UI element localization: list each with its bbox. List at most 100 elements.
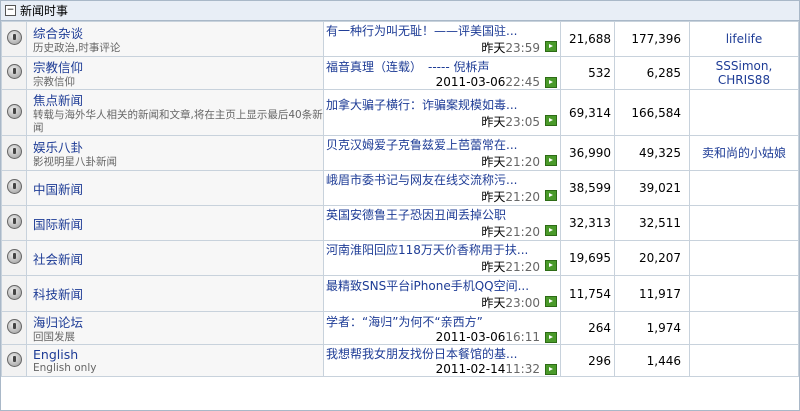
forum-name-link[interactable]: 宗教信仰 (28, 58, 323, 77)
forum-row: 科技新闻 最精致SNS平台iPhone手机QQ空间... 昨天23:00 11,… (1, 275, 799, 312)
forum-status-cell (1, 135, 27, 171)
last-post-meta: 昨天23:59 (325, 39, 560, 56)
moderator-link[interactable]: CHRIS88 (691, 73, 798, 87)
go-to-last-post-icon[interactable] (545, 114, 557, 126)
forum-name-link[interactable]: 焦点新闻 (28, 91, 323, 110)
last-post-date: 2011-03-06 (435, 329, 506, 344)
moderators-cell (689, 275, 799, 312)
go-to-last-post-icon[interactable] (545, 260, 557, 271)
last-post-title-link[interactable]: 河南淮阳回应118万天价香称用于扶... (325, 242, 560, 259)
forum-row: English English only 我想帮我女朋友找份日本餐馆的基... … (1, 344, 799, 377)
forum-description: 影视明星八卦新闻 (33, 156, 117, 168)
forum-description: 回国发展 (33, 331, 75, 343)
moderators-cell (689, 344, 799, 377)
topics-count: 21,688 (560, 21, 615, 57)
forum-info-cell: 国际新闻 (26, 205, 324, 241)
last-post-cell: 加拿大骗子横行：诈骗案规模如毒... 昨天23:05 (323, 89, 561, 136)
topics-count: 69,314 (560, 89, 615, 136)
go-to-last-post-icon[interactable] (545, 331, 557, 343)
forum-board: − 新闻时事 综合杂谈 历史政治,时事评论 有一种行为叫无耻！——评美国驻...… (0, 0, 800, 411)
forum-row: 焦点新闻 转载与海外华人相关的新闻和文章,将在主页上显示最后40条新闻 加拿大骗… (1, 89, 799, 136)
forum-description: 历史政治,时事评论 (33, 42, 121, 54)
forum-row: 综合杂谈 历史政治,时事评论 有一种行为叫无耻！——评美国驻... 昨天23:5… (1, 21, 799, 57)
last-post-date: 昨天 (481, 225, 506, 239)
topics-count: 38,599 (560, 170, 615, 206)
last-post-time: 22:45 (505, 74, 540, 89)
last-post-date: 昨天 (481, 41, 506, 55)
forum-row: 国际新闻 英国安德鲁王子恐因丑闻丢掉公职 昨天21:20 32,313 32,5… (1, 205, 799, 241)
go-to-last-post-icon[interactable] (545, 295, 557, 307)
forum-row: 社会新闻 河南淮阳回应118万天价香称用于扶... 昨天21:20 19,695… (1, 240, 799, 276)
last-post-time: 23:05 (505, 114, 540, 129)
forum-info-cell: 娱乐八卦 影视明星八卦新闻 (26, 135, 324, 171)
forum-name-link[interactable]: 娱乐八卦 (28, 137, 323, 156)
last-post-cell: 学者：“海归”为何不“亲西方” 2011-03-0616:11 (323, 311, 561, 345)
go-to-last-post-icon[interactable] (545, 190, 557, 201)
posts-count: 177,396 (614, 21, 690, 57)
moderator-link[interactable]: lifelife (691, 32, 798, 46)
forum-description: 宗教信仰 (33, 76, 75, 88)
go-to-last-post-icon[interactable] (545, 41, 557, 52)
last-post-meta: 昨天23:05 (325, 113, 560, 130)
last-post-title-link[interactable]: 学者：“海归”为何不“亲西方” (325, 313, 560, 330)
go-to-last-post-icon[interactable] (545, 364, 557, 375)
last-post-date: 2011-03-06 (435, 74, 506, 89)
last-post-title-link[interactable]: 贝克汉姆爱子克鲁兹爱上芭蕾常在... (325, 137, 560, 154)
forum-description: English only (33, 361, 97, 374)
forum-name-link[interactable]: 社会新闻 (28, 249, 323, 268)
forum-info-cell: 综合杂谈 历史政治,时事评论 (26, 21, 324, 57)
posts-count: 20,207 (614, 240, 690, 276)
last-post-title-link[interactable]: 峨眉市委书记与网友在线交流称污... (325, 172, 560, 189)
last-post-cell: 河南淮阳回应118万天价香称用于扶... 昨天21:20 (323, 240, 561, 276)
forum-info-cell: 焦点新闻 转载与海外华人相关的新闻和文章,将在主页上显示最后40条新闻 (26, 89, 324, 136)
last-post-date: 昨天 (481, 155, 506, 169)
forum-status-icon (6, 351, 22, 367)
forum-name-link[interactable]: 综合杂谈 (28, 23, 323, 42)
forum-status-icon (6, 284, 22, 300)
posts-count: 166,584 (614, 89, 690, 136)
collapse-toggle[interactable]: − (5, 5, 16, 16)
go-to-last-post-icon[interactable] (545, 225, 557, 236)
forum-info-cell: 海归论坛 回国发展 (26, 311, 324, 345)
moderators-cell (689, 205, 799, 241)
last-post-title-link[interactable]: 福音真理（连载） ----- 倪柝声 (325, 58, 560, 75)
moderators-cell: lifelife (689, 21, 799, 57)
last-post-title-link[interactable]: 有一种行为叫无耻！——评美国驻... (325, 23, 560, 40)
last-post-title-link[interactable]: 英国安德鲁王子恐因丑闻丢掉公职 (325, 207, 560, 224)
forum-name-link[interactable]: 海归论坛 (28, 313, 323, 332)
last-post-time: 21:20 (505, 155, 540, 169)
topics-count: 19,695 (560, 240, 615, 276)
forum-name-link[interactable]: 科技新闻 (28, 284, 323, 303)
topics-count: 36,990 (560, 135, 615, 171)
forum-row: 娱乐八卦 影视明星八卦新闻 贝克汉姆爱子克鲁兹爱上芭蕾常在... 昨天21:20… (1, 135, 799, 171)
moderator-link[interactable]: 卖和尚的小姑娘 (691, 146, 798, 160)
last-post-meta: 昨天21:20 (325, 223, 560, 240)
forum-name-link[interactable]: 国际新闻 (28, 214, 323, 233)
last-post-time: 23:00 (505, 295, 540, 310)
last-post-title-link[interactable]: 我想帮我女朋友找份日本餐馆的基... (325, 346, 560, 363)
moderators-cell (689, 170, 799, 206)
go-to-last-post-icon[interactable] (545, 76, 557, 88)
moderator-link[interactable]: SSSimon, (691, 59, 798, 73)
forum-info-cell: 中国新闻 (26, 170, 324, 206)
forum-info-cell: 社会新闻 (26, 240, 324, 276)
forum-name-link[interactable]: 中国新闻 (28, 179, 323, 198)
moderators-cell: SSSimon, CHRIS88 (689, 56, 799, 90)
forum-status-cell (1, 170, 27, 206)
forum-status-cell (1, 344, 27, 377)
last-post-date: 昨天 (481, 260, 506, 274)
forum-name-link[interactable]: English (28, 347, 323, 362)
moderators-cell: 卖和尚的小姑娘 (689, 135, 799, 171)
last-post-title-link[interactable]: 最精致SNS平台iPhone手机QQ空间... (325, 277, 560, 294)
forum-status-cell (1, 275, 27, 312)
moderators-cell (689, 240, 799, 276)
forum-description: 转载与海外华人相关的新闻和文章,将在主页上显示最后40条新闻 (33, 109, 323, 134)
last-post-time: 21:20 (505, 260, 540, 274)
forum-status-cell (1, 21, 27, 57)
last-post-date: 昨天 (481, 114, 506, 129)
last-post-title-link[interactable]: 加拿大骗子横行：诈骗案规模如毒... (325, 96, 560, 113)
posts-count: 1,974 (614, 311, 690, 345)
forum-status-icon (6, 249, 22, 264)
last-post-cell: 最精致SNS平台iPhone手机QQ空间... 昨天23:00 (323, 275, 561, 312)
go-to-last-post-icon[interactable] (545, 155, 557, 166)
